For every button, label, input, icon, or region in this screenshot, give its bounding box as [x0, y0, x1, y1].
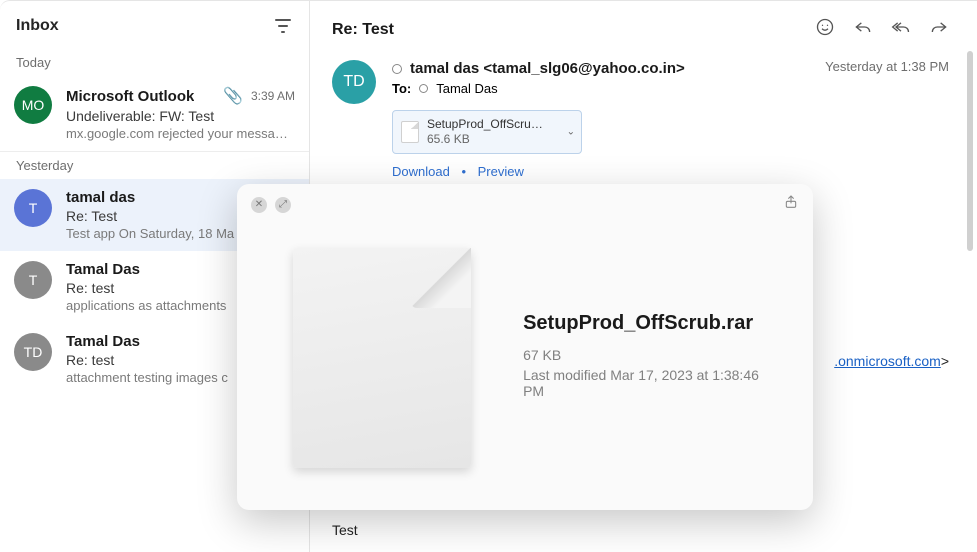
- download-link[interactable]: Download: [392, 164, 450, 179]
- fullscreen-button[interactable]: ⤢: [275, 197, 291, 213]
- reply-all-icon[interactable]: [891, 17, 911, 42]
- mail-date: Yesterday at 1:38 PM: [825, 59, 949, 74]
- quicklook-window: ✕ ⤢ SetupProd_OffScrub.rar 67 KB Last mo…: [237, 184, 813, 510]
- forward-icon[interactable]: [929, 17, 949, 42]
- section-label: Yesterday: [0, 151, 309, 179]
- avatar: TD: [14, 333, 52, 371]
- file-preview-icon: [293, 248, 471, 468]
- filter-icon[interactable]: [273, 19, 293, 33]
- body-link-fragment[interactable]: .onmicrosoft.com: [834, 353, 941, 369]
- scrollbar[interactable]: [967, 51, 973, 251]
- react-icon[interactable]: [815, 17, 835, 42]
- share-icon[interactable]: [783, 194, 799, 215]
- sender-avatar: TD: [332, 60, 376, 104]
- quicklook-filename: SetupProd_OffScrub.rar: [523, 312, 781, 335]
- message-row[interactable]: MO Microsoft Outlook 📎 3:39 AM Undeliverable…: [0, 76, 309, 151]
- quicklook-modified: Last modified Mar 17, 2023 at 1:38:46 PM: [523, 367, 781, 399]
- message-time: 3:39 AM: [251, 89, 295, 103]
- presence-indicator-icon: [392, 64, 402, 74]
- folder-title: Inbox: [16, 17, 59, 35]
- section-label: Today: [0, 49, 309, 76]
- mail-body-text: Test: [332, 522, 967, 552]
- message-from: Tamal Das: [66, 333, 140, 350]
- avatar: T: [14, 189, 52, 227]
- reply-icon[interactable]: [853, 17, 873, 42]
- avatar: T: [14, 261, 52, 299]
- presence-indicator-icon: [419, 84, 428, 93]
- quicklook-size: 67 KB: [523, 347, 781, 363]
- attachment-chip[interactable]: SetupProd_OffScrub… 65.6 KB ⌄: [392, 110, 582, 154]
- message-subject: Undeliverable: FW: Test: [66, 108, 295, 124]
- separator: •: [461, 164, 466, 179]
- attachment-name: SetupProd_OffScrub…: [427, 117, 547, 132]
- to-label: To:: [392, 81, 411, 96]
- chevron-down-icon[interactable]: ⌄: [567, 127, 575, 138]
- attachment-size: 65.6 KB: [427, 132, 470, 146]
- message-preview: mx.google.com rejected your messa…: [66, 126, 295, 141]
- preview-link[interactable]: Preview: [478, 164, 524, 179]
- avatar: MO: [14, 86, 52, 124]
- message-from: Tamal Das: [66, 261, 140, 278]
- to-recipient: Tamal Das: [436, 81, 497, 96]
- close-button[interactable]: ✕: [251, 197, 267, 213]
- sender-name: tamal das <tamal_slg06@yahoo.co.in>: [410, 60, 685, 77]
- message-from: tamal das: [66, 189, 135, 206]
- attachment-icon: 📎: [223, 86, 243, 106]
- message-from: Microsoft Outlook: [66, 88, 194, 105]
- file-icon: [401, 121, 419, 143]
- mail-subject: Re: Test: [332, 21, 394, 39]
